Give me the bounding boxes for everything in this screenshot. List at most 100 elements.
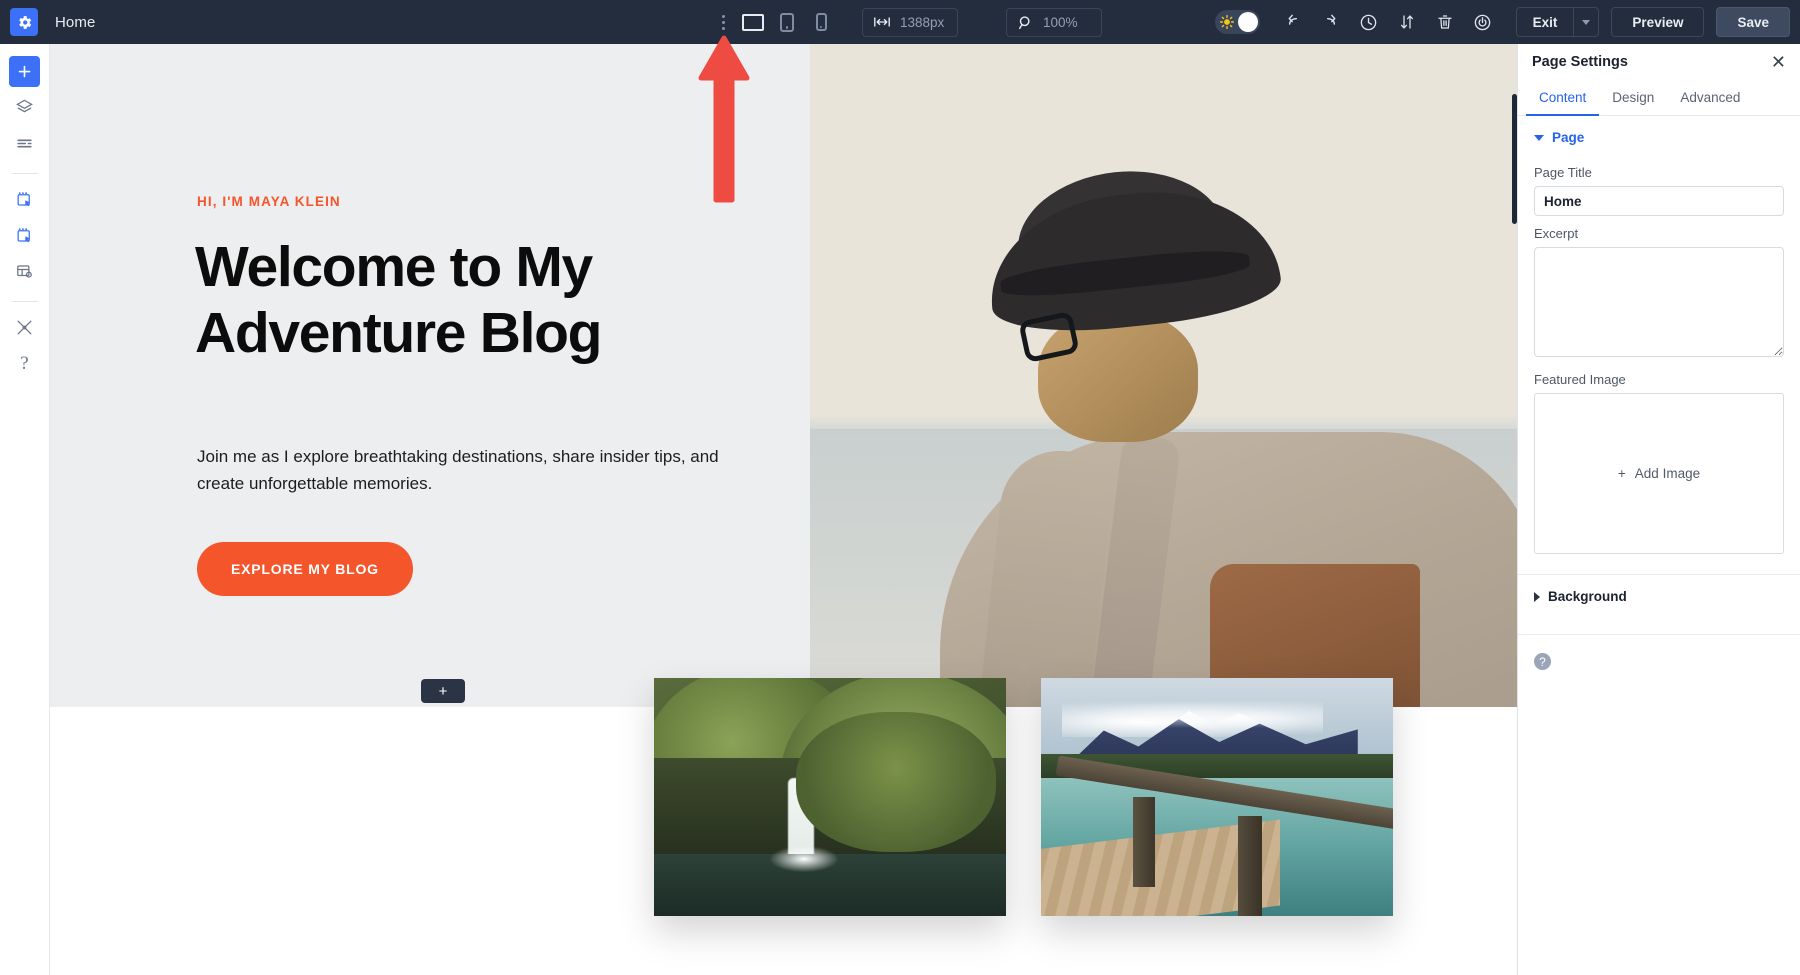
section-background-header[interactable]: Background	[1518, 575, 1800, 614]
plus-icon: +	[1618, 466, 1626, 481]
zoom-control[interactable]: 100%	[1006, 8, 1102, 37]
navigator-button[interactable]	[1390, 5, 1424, 39]
panel-title: Page Settings	[1532, 54, 1628, 70]
sidebar-item-templates[interactable]	[9, 220, 40, 251]
sidebar-item-blocks[interactable]	[9, 184, 40, 215]
top-toolbar: Home 1388px 100%	[0, 0, 1800, 44]
chevron-down-icon	[1582, 20, 1590, 25]
save-button[interactable]: Save	[1716, 7, 1790, 37]
page-title-label: Home	[55, 14, 95, 31]
power-button[interactable]	[1466, 5, 1500, 39]
device-desktop-button[interactable]	[736, 5, 770, 39]
search-icon	[1018, 15, 1033, 30]
explore-my-blog-button[interactable]: EXPLORE MY BLOG	[197, 542, 413, 596]
width-arrows-icon	[874, 16, 890, 28]
sidebar-divider-1	[12, 173, 38, 174]
blocks-icon	[15, 190, 34, 209]
theme-toggle[interactable]	[1215, 10, 1260, 34]
panel-header: Page Settings ✕	[1518, 44, 1800, 80]
sidebar-item-pages[interactable]	[9, 256, 40, 287]
trash-icon	[1436, 13, 1454, 31]
gear-icon	[16, 14, 33, 31]
exit-button[interactable]: Exit	[1516, 7, 1574, 37]
app-logo[interactable]	[10, 8, 38, 36]
mobile-icon	[816, 13, 827, 31]
sort-arrows-icon	[1398, 13, 1416, 31]
tab-design[interactable]: Design	[1599, 80, 1667, 116]
delete-button[interactable]	[1428, 5, 1462, 39]
viewport-width-input[interactable]: 1388px	[862, 8, 958, 37]
hero-heading: Welcome to My Adventure Blog	[195, 234, 775, 366]
canvas-scrollbar[interactable]	[1512, 94, 1517, 224]
tablet-icon	[780, 13, 794, 32]
page-canvas: HI, I'M MAYA KLEIN Welcome to My Adventu…	[50, 44, 1517, 975]
desktop-icon	[742, 14, 764, 31]
waterfall-image	[654, 678, 1006, 916]
sidebar-item-tools[interactable]	[9, 312, 40, 343]
excerpt-label: Excerpt	[1534, 226, 1784, 241]
hero-text-column: HI, I'M MAYA KLEIN Welcome to My Adventu…	[50, 44, 810, 707]
layers-icon	[15, 98, 34, 117]
hero-paragraph: Join me as I explore breathtaking destin…	[197, 444, 737, 498]
preview-button[interactable]: Preview	[1611, 7, 1704, 37]
question-circle-icon[interactable]: ?	[1534, 653, 1551, 670]
dock-image	[1041, 678, 1393, 916]
add-section-button[interactable]: +	[421, 679, 465, 703]
sidebar-item-help[interactable]: ?	[9, 348, 40, 379]
redo-button[interactable]	[1314, 5, 1348, 39]
page-title-input[interactable]	[1534, 186, 1784, 216]
waterfall-photo-card[interactable]	[654, 678, 1006, 916]
excerpt-textarea[interactable]	[1534, 247, 1784, 357]
dock-photo-card[interactable]	[1041, 678, 1393, 916]
chevron-right-icon	[1534, 592, 1540, 602]
device-tablet-button[interactable]	[770, 5, 804, 39]
toolbar-actions: Exit Preview Save	[1215, 0, 1800, 44]
question-mark-icon: ?	[20, 353, 28, 375]
add-image-label: Add Image	[1635, 466, 1700, 481]
sidebar-item-add-element[interactable]	[9, 56, 40, 87]
chevron-down-icon	[1534, 135, 1544, 141]
zoom-value: 100%	[1043, 15, 1078, 30]
hero-section[interactable]: HI, I'M MAYA KLEIN Welcome to My Adventu…	[50, 44, 1517, 707]
sidebar-divider-2	[12, 301, 38, 302]
device-mobile-button[interactable]	[804, 5, 838, 39]
close-icon[interactable]: ✕	[1771, 53, 1786, 71]
hero-portrait-image[interactable]	[810, 44, 1517, 707]
sidebar-item-structure[interactable]	[9, 128, 40, 159]
hero-kicker: HI, I'M MAYA KLEIN	[197, 194, 341, 209]
history-clock-icon	[1359, 13, 1378, 32]
viewport-controls: 1388px 100%	[710, 0, 1102, 44]
add-image-dropzone[interactable]: + Add Image	[1534, 393, 1784, 554]
section-page-header[interactable]: Page	[1518, 116, 1800, 155]
exit-group: Exit	[1516, 7, 1600, 37]
featured-image-field-group: Featured Image + Add Image	[1518, 372, 1800, 554]
section-page-label: Page	[1552, 130, 1584, 145]
left-sidebar: ?	[0, 44, 50, 975]
tools-icon	[15, 318, 34, 337]
panel-tabs: Content Design Advanced	[1518, 80, 1800, 116]
toggle-knob	[1238, 12, 1258, 32]
tab-content[interactable]: Content	[1526, 80, 1599, 116]
page-builder-app: Home 1388px 100%	[0, 0, 1800, 975]
page-title-field-group: Page Title	[1518, 165, 1800, 216]
templates-icon	[15, 226, 34, 245]
undo-button[interactable]	[1276, 5, 1310, 39]
history-button[interactable]	[1352, 5, 1386, 39]
sun-icon	[1220, 15, 1234, 29]
kebab-menu-icon[interactable]	[710, 7, 736, 37]
power-icon	[1473, 13, 1492, 32]
page-settings-panel: Page Settings ✕ Content Design Advanced …	[1517, 44, 1800, 975]
tab-advanced[interactable]: Advanced	[1667, 80, 1753, 116]
viewport-width-value: 1388px	[900, 15, 944, 30]
list-icon	[15, 134, 34, 153]
panel-divider-2	[1518, 634, 1800, 635]
sidebar-item-layers[interactable]	[9, 92, 40, 123]
page-layout-icon	[15, 262, 34, 281]
featured-image-label: Featured Image	[1534, 372, 1784, 387]
section-background-label: Background	[1548, 589, 1627, 604]
redo-icon	[1321, 12, 1341, 32]
undo-icon	[1283, 12, 1303, 32]
page-title-label: Page Title	[1534, 165, 1784, 180]
excerpt-field-group: Excerpt	[1518, 226, 1800, 362]
exit-dropdown-button[interactable]	[1573, 7, 1599, 37]
